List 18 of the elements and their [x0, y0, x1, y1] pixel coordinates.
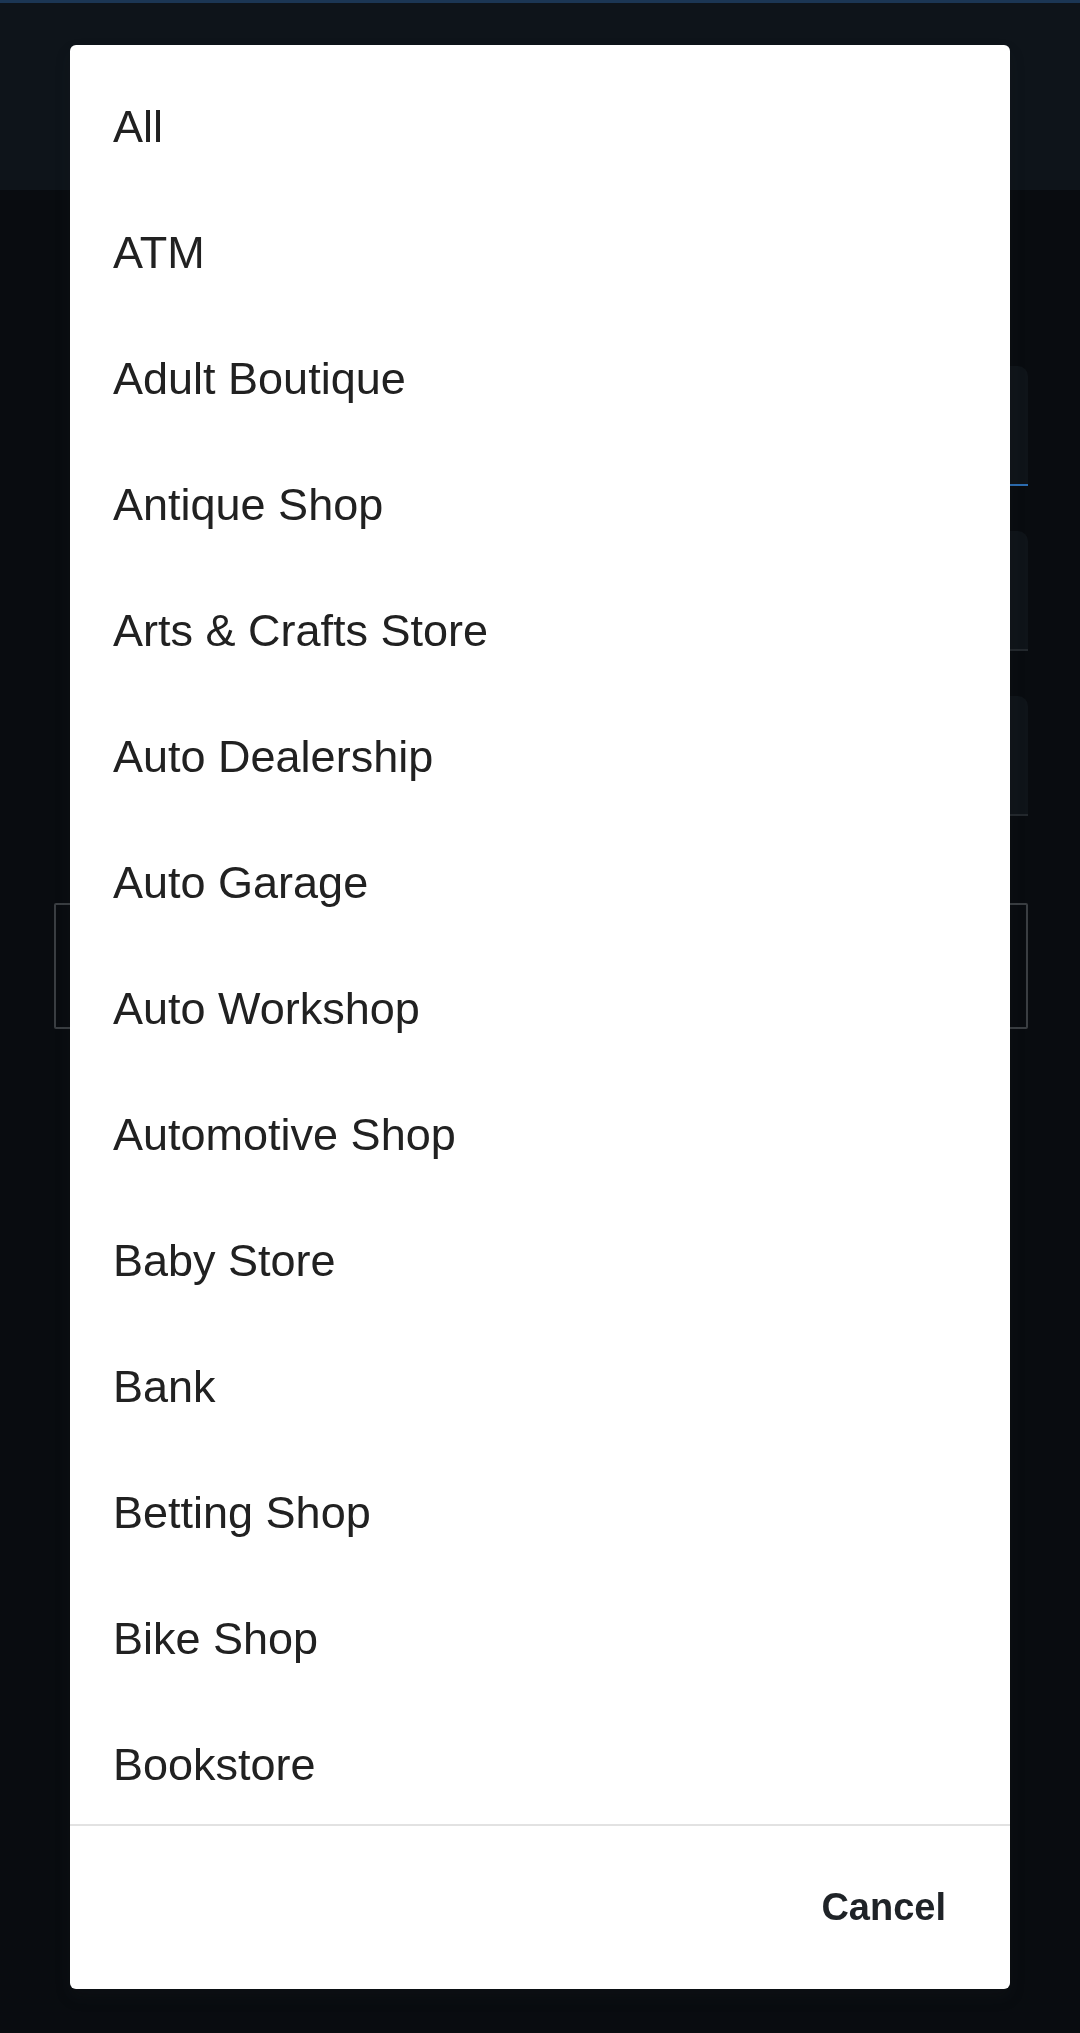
- text-field[interactable]: [1010, 695, 1028, 816]
- category-option[interactable]: Bike Shop: [70, 1576, 1010, 1702]
- category-option[interactable]: Bank: [70, 1324, 1010, 1450]
- category-option[interactable]: Arts & Crafts Store: [70, 568, 1010, 694]
- category-option[interactable]: ATM: [70, 190, 1010, 316]
- category-option[interactable]: Baby Store: [70, 1198, 1010, 1324]
- category-option[interactable]: Auto Garage: [70, 820, 1010, 946]
- text-field[interactable]: [1010, 365, 1028, 486]
- category-option[interactable]: Bookstore: [70, 1702, 1010, 1828]
- cancel-button[interactable]: Cancel: [803, 1874, 964, 1941]
- text-field[interactable]: [1010, 530, 1028, 651]
- category-option[interactable]: Auto Dealership: [70, 694, 1010, 820]
- category-option[interactable]: All: [70, 64, 1010, 190]
- category-option[interactable]: Auto Workshop: [70, 946, 1010, 1072]
- category-option[interactable]: Betting Shop: [70, 1450, 1010, 1576]
- category-option[interactable]: Automotive Shop: [70, 1072, 1010, 1198]
- category-option[interactable]: Adult Boutique: [70, 316, 1010, 442]
- category-option[interactable]: Antique Shop: [70, 442, 1010, 568]
